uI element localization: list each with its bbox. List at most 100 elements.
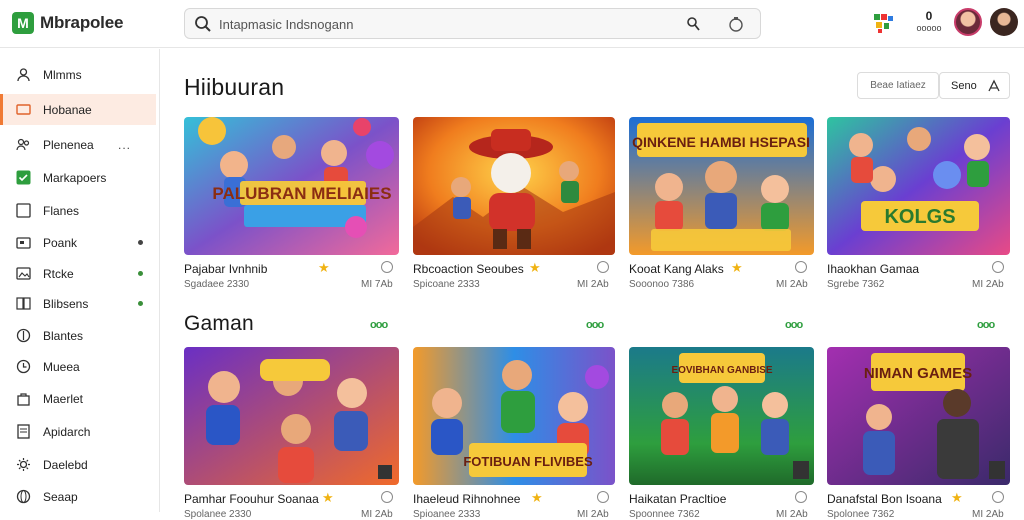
sidebar-item-7[interactable]: Rtcke [0, 258, 156, 289]
card-subtitle: Sooonoo 7386 [629, 279, 695, 290]
info-icon[interactable] [992, 261, 1004, 273]
sidebar-item-5[interactable]: Flanes [0, 195, 156, 226]
card-subtitle: Spioanee 2333 [413, 509, 481, 520]
info-icon[interactable] [381, 261, 393, 273]
more-dots-icon[interactable]: ooo [586, 319, 604, 331]
card-subtitle: Sgrebe 7362 [827, 279, 885, 290]
sidebar-item-label: Apidarch [43, 424, 91, 439]
section-title-games: Gaman [184, 312, 254, 335]
thumbnail-banner-text: QINKENE HAMBI HSEPASI [632, 134, 810, 150]
sidebar-item-label: Plenenea [43, 137, 94, 152]
sidebar-item-label: Seaap [43, 489, 78, 504]
more-dots-icon[interactable]: ooo [785, 319, 803, 331]
card-meta: MI 2Ab [577, 279, 609, 290]
section-title-featured: Hiibuuran [184, 74, 285, 100]
more-dots-icon[interactable]: ooo [977, 319, 995, 331]
sidebar-item-13[interactable]: Daelebd [0, 449, 156, 480]
avatar[interactable] [954, 8, 982, 36]
card-title[interactable]: Rbcoaction Seoubes [413, 262, 524, 276]
card-meta: MI 2Ab [972, 279, 1004, 290]
info-icon[interactable] [597, 261, 609, 273]
camera-icon[interactable] [727, 15, 745, 33]
game-thumbnail[interactable] [184, 347, 399, 485]
more-ellipsis[interactable]: ... [118, 138, 131, 152]
search-bar [184, 8, 761, 39]
video-icon [16, 104, 31, 115]
card-subtitle: Spoonnee 7362 [629, 509, 700, 520]
card-meta: MI 7Ab [361, 279, 393, 290]
info-icon[interactable] [597, 491, 609, 503]
game-thumbnail[interactable]: QINKENE HAMBI HSEPASI [629, 117, 814, 255]
sidebar-item-label: Mlmms [43, 67, 82, 82]
game-thumbnail[interactable]: EOVIBHAN GANBISE [629, 347, 814, 485]
card-title[interactable]: Ihaokhan Gamaa [827, 262, 919, 276]
thumbnail-banner-text: NIMAN GAMES [864, 365, 972, 382]
check-icon [16, 170, 31, 185]
card-meta: MI 2Ab [577, 509, 609, 520]
card-subtitle: Sgadaee 2330 [184, 279, 250, 290]
card-title[interactable]: Ihaeleud Rihnohnee [413, 492, 520, 506]
clock-icon [16, 359, 31, 374]
sidebar-item-2[interactable]: Hobanae [0, 94, 156, 125]
sidebar-item-9[interactable]: Blantes [0, 320, 156, 351]
star-icon: ★ [951, 490, 963, 505]
sidebar-item-6[interactable]: Poank [0, 227, 156, 258]
sidebar-item-12[interactable]: Apidarch [0, 416, 156, 447]
status-dot [138, 271, 143, 276]
game-thumbnail[interactable]: PALUBRAN MELIAIES [184, 117, 399, 255]
game-thumbnail[interactable]: KOLGS [827, 117, 1010, 255]
app-logo[interactable]: M Mbrapolee [12, 11, 123, 35]
card-subtitle: Spolanee 2330 [184, 509, 252, 520]
notification-dots: ooooo [916, 23, 942, 33]
card-meta: MI 2Ab [972, 509, 1004, 520]
sort-label: Seno [951, 79, 977, 92]
main-content: Hiibuuran Beae Iatiaez Seno PALUBRAN MEL… [161, 49, 1024, 520]
game-thumbnail[interactable] [413, 117, 615, 255]
card-meta: MI 2Ab [361, 509, 393, 520]
card-title[interactable]: Pamhar Foouhur Soanaa [184, 492, 319, 506]
info-icon[interactable] [381, 491, 393, 503]
bag-icon [17, 393, 30, 406]
sidebar-item-10[interactable]: Mueea [0, 351, 156, 382]
search-icon[interactable] [194, 15, 212, 33]
square-icon [16, 203, 31, 218]
filter-button[interactable]: Beae Iatiaez [857, 72, 939, 99]
logo-mark-icon: M [12, 12, 34, 34]
info-icon[interactable] [795, 261, 807, 273]
logo-text: Mbrapolee [40, 13, 124, 32]
games-flag-icon[interactable] [872, 12, 896, 34]
info-icon[interactable] [992, 491, 1004, 503]
people-icon [16, 138, 30, 151]
sort-button[interactable]: Seno [939, 72, 1010, 99]
sidebar-item-11[interactable]: Maerlet [0, 383, 156, 414]
card-title[interactable]: Kooat Kang Alaks [629, 262, 724, 276]
top-bar: M Mbrapolee 0 ooooo [0, 0, 1024, 48]
folder-icon [16, 237, 31, 249]
info-icon[interactable] [795, 491, 807, 503]
book-icon [16, 297, 31, 310]
doc-icon [17, 424, 30, 439]
search-input[interactable] [219, 14, 639, 34]
sidebar-item-14[interactable]: Seaap [0, 481, 156, 512]
notification-counter[interactable]: 0 ooooo [912, 8, 946, 38]
sidebar-item-label: Maerlet [43, 391, 84, 406]
profile-avatar[interactable] [990, 8, 1018, 36]
microphone-icon[interactable] [685, 15, 703, 33]
star-icon: ★ [322, 490, 334, 505]
sidebar-item-label: Blantes [43, 328, 84, 343]
sidebar: Mlmms Hobanae Plenenea ... Markapoers Fl… [0, 49, 160, 512]
game-thumbnail[interactable]: NIMAN GAMES [827, 347, 1010, 485]
game-thumbnail[interactable]: FOTIBUAN FLIVIBES [413, 347, 615, 485]
thumbnail-banner-text: PALUBRAN MELIAIES [212, 184, 391, 203]
card-meta: MI 2Ab [776, 509, 808, 520]
sidebar-item-8[interactable]: Blibsens [0, 288, 156, 319]
card-title[interactable]: Haikatan Pracltioe [629, 492, 726, 506]
sidebar-item-1[interactable]: Mlmms [0, 59, 156, 90]
sidebar-item-4[interactable]: Markapoers [0, 162, 156, 193]
sidebar-item-label: Poank [43, 235, 78, 250]
sidebar-item-3[interactable]: Plenenea ... [0, 129, 156, 160]
sort-icon [988, 79, 1000, 92]
card-title[interactable]: Danafstal Bon Isoana [827, 492, 942, 506]
more-dots-icon[interactable]: ooo [370, 319, 388, 331]
card-title[interactable]: Pajabar Ivnhnib [184, 262, 267, 276]
